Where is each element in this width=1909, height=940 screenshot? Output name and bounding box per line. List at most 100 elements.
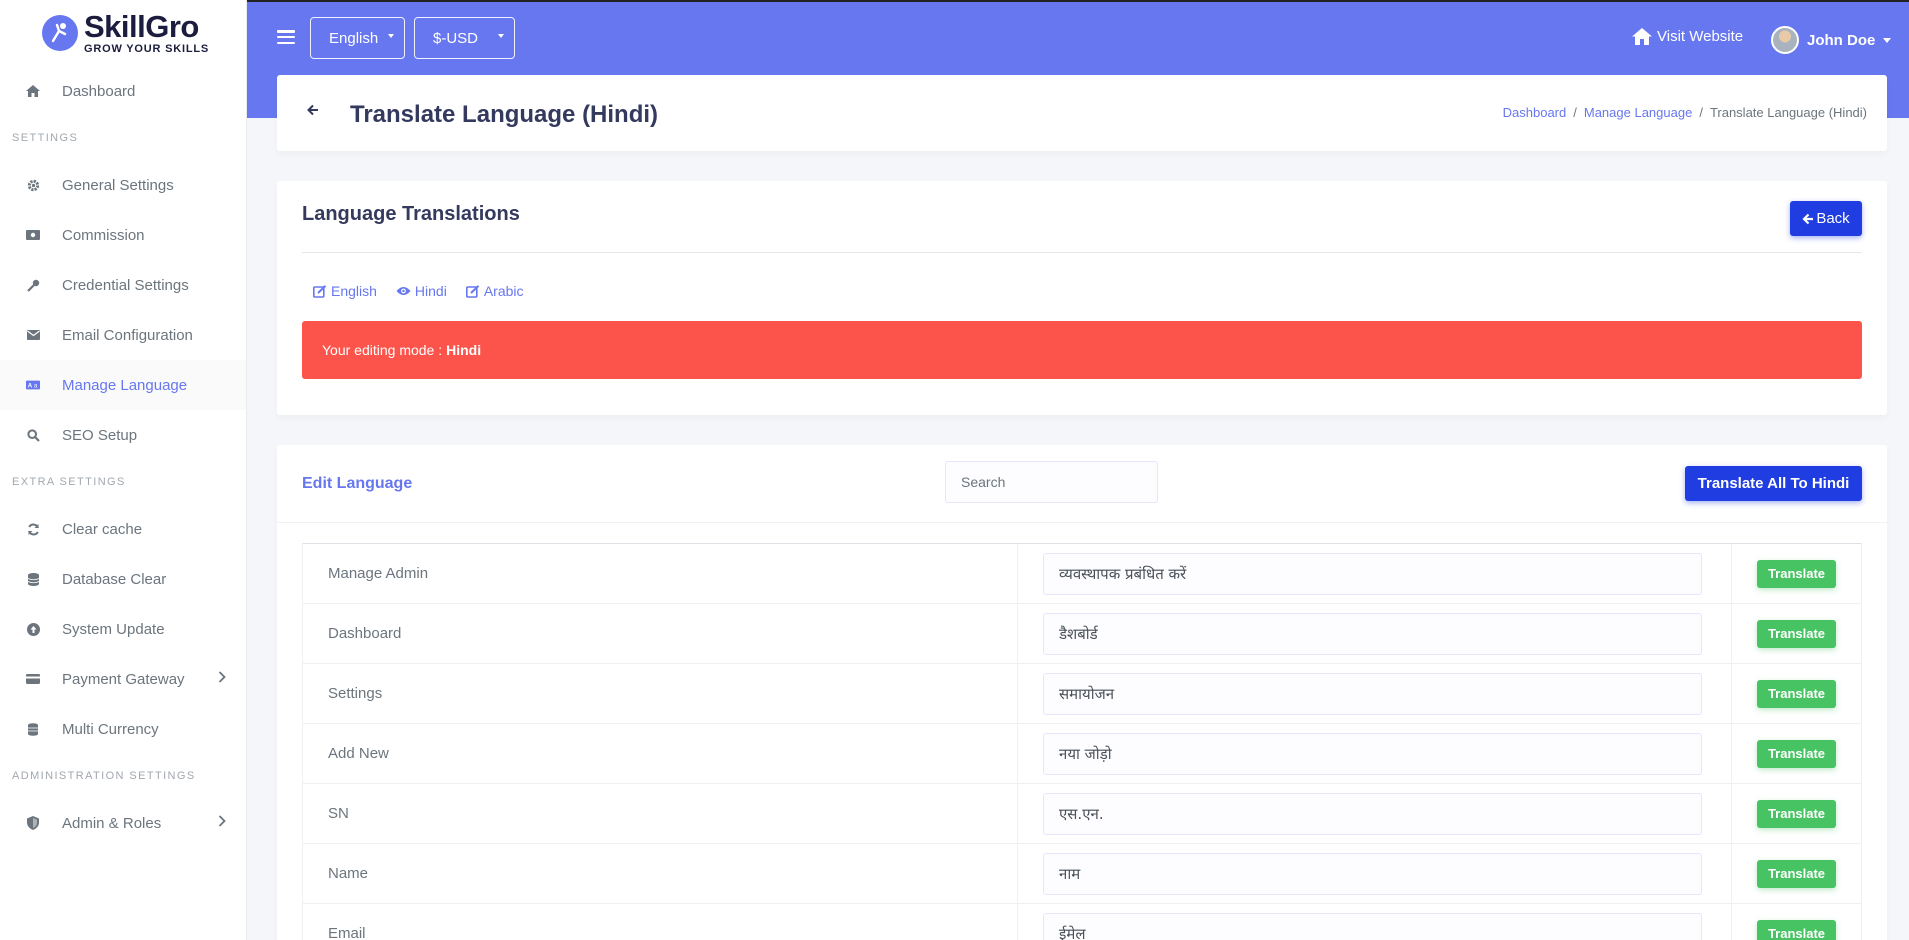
- sidebar-item-clear-cache[interactable]: Clear cache: [0, 504, 246, 554]
- sidebar-item-label: Dashboard: [62, 82, 136, 100]
- brand-name: SkillGro: [84, 9, 199, 44]
- sidebar-item-label: Manage Language: [62, 376, 188, 394]
- alert-prefix: Your editing mode :: [322, 342, 443, 358]
- page-title: Translate Language (Hindi): [350, 101, 659, 128]
- translation-value-input[interactable]: [1043, 852, 1702, 895]
- back-button-label: Back: [1816, 210, 1850, 227]
- table-row: Email Translate: [303, 904, 1861, 940]
- translation-value-input[interactable]: [1043, 792, 1702, 835]
- coins-icon: [26, 722, 40, 736]
- sidebar-item-manage-language[interactable]: Aa Manage Language: [0, 360, 246, 410]
- translate-button[interactable]: Translate: [1757, 739, 1836, 768]
- sidebar-item-label: Clear cache: [62, 520, 143, 538]
- sidebar-item-commission[interactable]: Commission: [0, 210, 246, 260]
- sidebar-item-payment-gateway[interactable]: Payment Gateway: [0, 654, 246, 704]
- language-link-label: English: [331, 283, 377, 299]
- translation-value-input[interactable]: [1043, 552, 1702, 595]
- translation-value-input[interactable]: [1043, 912, 1702, 940]
- language-select[interactable]: English: [310, 17, 405, 59]
- money-bill-icon: [26, 228, 40, 242]
- search-input[interactable]: [945, 461, 1158, 503]
- currency-select[interactable]: $-USD: [414, 17, 515, 59]
- sidebar-item-label: Database Clear: [62, 570, 167, 588]
- brand-tagline: GROW YOUR SKILLS: [84, 43, 210, 55]
- alert-language: Hindi: [446, 342, 482, 358]
- arrow-left-icon[interactable]: [307, 103, 319, 121]
- translation-value-input[interactable]: [1043, 612, 1702, 655]
- back-button[interactable]: Back: [1790, 201, 1862, 236]
- language-link-hindi[interactable]: Hindi: [396, 283, 447, 299]
- translation-value-input[interactable]: [1043, 732, 1702, 775]
- translation-key: Settings: [303, 664, 1018, 723]
- sidebar-item-admin-roles[interactable]: Admin & Roles: [0, 798, 246, 848]
- sidebar-item-label: Email Configuration: [62, 326, 193, 344]
- page-header-card: Translate Language (Hindi) Dashboard / Man…: [277, 75, 1887, 151]
- administration-section-header: ADMINISTRATION SETTINGS: [12, 770, 196, 782]
- caret-down-icon: [1883, 37, 1892, 43]
- sidebar-item-seo-setup[interactable]: SEO Setup: [0, 410, 246, 460]
- sidebar: SkillGro GROW YOUR SKILLS Dashboard SETT…: [0, 0, 247, 940]
- chevron-right-icon: [218, 814, 226, 832]
- translation-key: Email: [303, 904, 1018, 940]
- sidebar-item-label: Commission: [62, 226, 145, 244]
- arrow-left-icon: [1802, 213, 1814, 224]
- edit-language-card: Edit Language Translate All To Hindi Man…: [277, 445, 1887, 940]
- breadcrumb-dashboard-link[interactable]: Dashboard: [1503, 105, 1567, 120]
- sidebar-item-dashboard[interactable]: Dashboard: [0, 66, 246, 116]
- menu-toggle-icon[interactable]: [277, 30, 295, 44]
- table-row: Name Translate: [303, 844, 1861, 904]
- sidebar-item-label: Admin & Roles: [62, 814, 162, 832]
- sidebar-item-label: SEO Setup: [62, 426, 138, 444]
- shield-icon: [26, 816, 40, 830]
- sidebar-item-email-configuration[interactable]: Email Configuration: [0, 310, 246, 360]
- avatar: [1771, 26, 1799, 54]
- language-link-arabic[interactable]: Arabic: [465, 283, 524, 299]
- language-link-label: Arabic: [483, 283, 524, 299]
- translate-button[interactable]: Translate: [1757, 799, 1836, 828]
- language-icon: Aa: [26, 378, 40, 392]
- language-select-value: English: [329, 29, 379, 47]
- translation-key: Add New: [303, 724, 1018, 783]
- edit-icon: [465, 284, 480, 298]
- svg-text:a: a: [34, 383, 38, 390]
- sidebar-item-label: Credential Settings: [62, 276, 189, 294]
- sidebar-item-credential-settings[interactable]: Credential Settings: [0, 260, 246, 310]
- table-row: Settings Translate: [303, 664, 1861, 724]
- sidebar-item-multi-currency[interactable]: Multi Currency: [0, 704, 246, 754]
- translation-value-input[interactable]: [1043, 672, 1702, 715]
- translate-button[interactable]: Translate: [1757, 559, 1836, 588]
- home-icon: [26, 84, 40, 98]
- logo-icon: [42, 15, 78, 51]
- visit-website-link[interactable]: Visit Website: [1632, 28, 1743, 45]
- translation-table: Manage Admin Translate Dashboard Transla…: [302, 543, 1862, 940]
- table-row: Manage Admin Translate: [303, 544, 1861, 604]
- sidebar-item-label: General Settings: [62, 176, 174, 194]
- chevron-right-icon: [218, 670, 226, 688]
- key-icon: [26, 278, 40, 292]
- breadcrumb: Dashboard / Manage Language / Translate Lang…: [1502, 105, 1867, 120]
- edit-language-title: Edit Language: [302, 475, 413, 492]
- sidebar-item-system-update[interactable]: System Update: [0, 604, 246, 654]
- user-name: John Doe: [1807, 31, 1876, 49]
- divider: [302, 252, 1862, 253]
- translate-button[interactable]: Translate: [1757, 919, 1836, 940]
- sidebar-item-database-clear[interactable]: Database Clear: [0, 554, 246, 604]
- search-icon: [26, 428, 40, 442]
- translate-button[interactable]: Translate: [1757, 619, 1836, 648]
- translate-all-button[interactable]: Translate All To Hindi: [1685, 466, 1862, 501]
- language-link-english[interactable]: English: [313, 283, 377, 299]
- sync-icon: [26, 522, 40, 536]
- editing-mode-alert: Your editing mode : Hindi: [302, 321, 1862, 379]
- breadcrumb-manage-language-link[interactable]: Manage Language: [1584, 105, 1692, 120]
- brand-logo[interactable]: SkillGro GROW YOUR SKILLS: [0, 0, 246, 66]
- user-menu[interactable]: John Doe: [1771, 26, 1892, 54]
- envelope-icon: [26, 328, 40, 342]
- translation-key: Dashboard: [303, 604, 1018, 663]
- eye-icon: [396, 287, 411, 295]
- sidebar-item-label: Payment Gateway: [62, 670, 185, 688]
- translate-button[interactable]: Translate: [1757, 859, 1836, 888]
- caret-down-icon: [498, 34, 504, 38]
- translate-button[interactable]: Translate: [1757, 679, 1836, 708]
- sidebar-item-general-settings[interactable]: General Settings: [0, 160, 246, 210]
- upload-circle-icon: [26, 622, 40, 636]
